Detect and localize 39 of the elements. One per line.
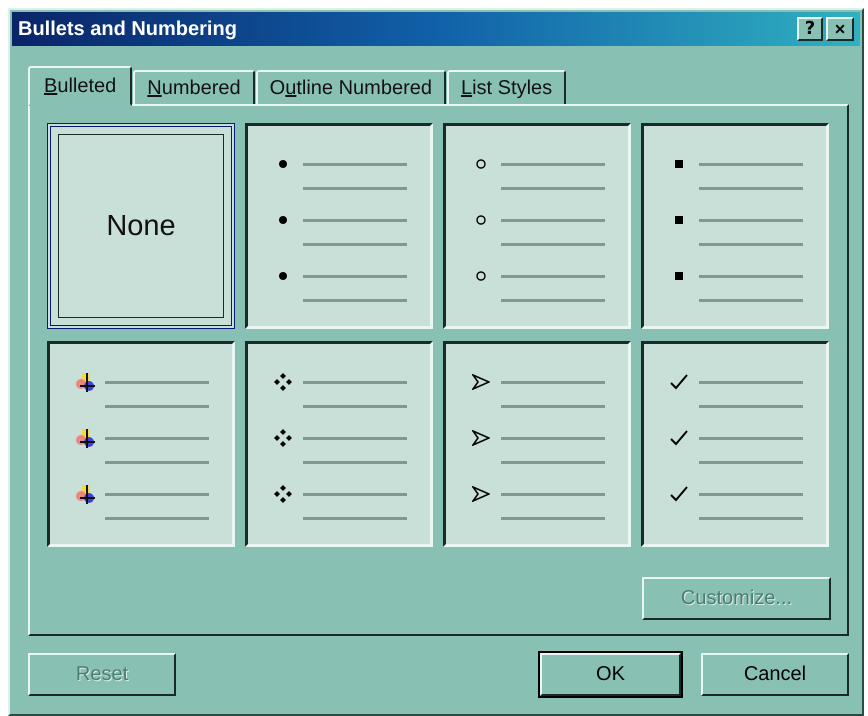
cancel-button[interactable]: Cancel [701,653,849,696]
bullet-square-icon [675,160,683,168]
bullet-arrowhead-icon [472,430,490,446]
tab[interactable]: Outline Numbered [256,70,446,104]
bullet-dot-icon [278,215,288,225]
bullet-circle-icon [476,215,486,225]
window-title: Bullets and Numbering [18,18,237,40]
bullet-dot-icon [278,159,288,169]
bullet-check-icon [670,486,688,502]
bullet-diamonds-icon [273,428,293,448]
bullet-picture-icon [75,428,95,448]
bullet-dot-icon [278,271,288,281]
bullet-style-option[interactable] [641,123,829,329]
bullet-circle-icon [476,271,486,281]
bullet-diamonds-icon [273,484,293,504]
tab[interactable]: Bulleted [28,66,132,106]
bullet-style-option[interactable] [47,341,235,547]
bullet-style-option[interactable] [443,123,631,329]
bullet-style-option[interactable] [245,341,433,547]
bullet-arrowhead-icon [472,374,490,390]
bullet-arrowhead-icon [472,486,490,502]
bullet-style-option[interactable] [245,123,433,329]
bullet-style-option[interactable]: None [47,123,235,329]
option-label: None [106,210,176,242]
bullet-picture-icon [75,484,95,504]
help-button[interactable]: ? [797,17,823,41]
bullet-style-option[interactable] [641,341,829,547]
bullet-check-icon [670,374,688,390]
bullet-square-icon [675,272,683,280]
bullet-check-icon [670,430,688,446]
ok-button[interactable]: OK [540,653,681,696]
bullet-diamonds-icon [273,372,293,392]
tab[interactable]: Numbered [133,70,255,104]
bullet-circle-icon [476,159,486,169]
tab[interactable]: List Styles [446,70,566,104]
close-button[interactable]: × [826,17,854,41]
bullet-square-icon [675,216,683,224]
bullet-picture-icon [75,372,95,392]
bullet-style-option[interactable] [443,341,631,547]
